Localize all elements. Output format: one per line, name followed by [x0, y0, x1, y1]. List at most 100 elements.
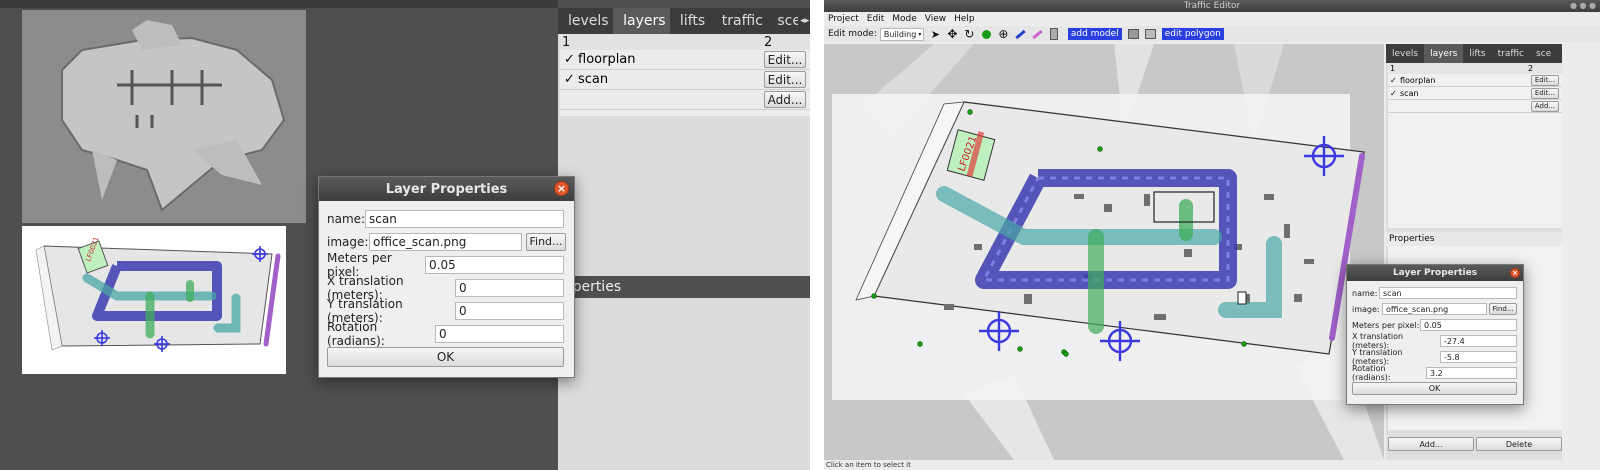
ok-button[interactable]: OK — [327, 347, 564, 367]
layer-checkbox[interactable]: ✓ — [1388, 76, 1400, 85]
layer-edit-button[interactable]: Edit... — [1531, 87, 1559, 99]
rotation-label: Rotation (radians): — [327, 319, 385, 348]
dialog-title-bar: Layer Properties × — [1347, 265, 1523, 281]
add-layer-button[interactable]: Add... — [764, 91, 806, 108]
meters-per-pixel-field[interactable]: 0.05 — [425, 255, 564, 274]
rotation-field[interactable]: 0 — [435, 324, 564, 343]
select-tool-icon[interactable]: ➤ — [928, 27, 943, 42]
tab-layers-label: layers — [623, 13, 666, 29]
add-floor-icon[interactable] — [1126, 27, 1141, 42]
rotation-row: Rotation (radians): 0 — [327, 319, 566, 348]
add-lane-icon[interactable] — [1013, 27, 1028, 42]
dropdown-arrow-icon: ▾ — [918, 30, 922, 38]
bottom-add-button[interactable]: Add... — [1388, 437, 1474, 451]
x-translation-field[interactable]: -27.4 — [1440, 335, 1517, 347]
menu-view[interactable]: View — [925, 14, 946, 24]
image-label: image: — [327, 234, 369, 249]
tab-traffic[interactable]: traffic — [712, 8, 768, 34]
bottom-delete-button[interactable]: Delete — [1476, 437, 1562, 451]
layer-properties-dialog: Layer Properties × name: scan image: off… — [318, 176, 575, 378]
right-bottom-buttons: Add... Delete — [1388, 436, 1562, 452]
add-door-icon[interactable] — [1047, 27, 1062, 42]
tab-lifts-label: lifts — [1469, 48, 1486, 59]
screenshot-divider — [810, 0, 824, 470]
rotate-tool-icon[interactable]: ↻ — [962, 27, 977, 42]
image-field[interactable]: office_scan.png — [1382, 303, 1487, 315]
properties-title: Properties — [1389, 234, 1435, 244]
add-wall-icon[interactable] — [1030, 27, 1045, 42]
column-1-header: 1 — [1390, 64, 1396, 73]
find-button[interactable]: Find... — [1489, 303, 1517, 315]
x-translation-row: X translation (meters): -27.4 — [1352, 332, 1518, 350]
y-translation-field[interactable]: 0 — [455, 301, 564, 320]
tab-lifts[interactable]: lifts — [670, 8, 712, 34]
add-hole-icon[interactable] — [1143, 27, 1158, 42]
layer-row-add: Add... — [1388, 100, 1562, 113]
layer-checkbox[interactable]: ✓ — [560, 52, 578, 67]
name-field[interactable]: scan — [1379, 287, 1517, 299]
tab-layers[interactable]: layers — [1424, 44, 1464, 63]
layer-edit-button[interactable]: Edit... — [764, 71, 806, 88]
add-vertex-icon[interactable] — [979, 27, 994, 42]
right-layers-table: 1 2 ✓ floorplan Edit... ✓ scan Edit... A… — [1388, 63, 1562, 228]
name-field[interactable]: scan — [365, 209, 564, 228]
right-app-window: Traffic Editor ● ● ● Project Edit Mode V… — [824, 0, 1600, 470]
tab-scroll-icon: ◂▸ — [800, 16, 810, 26]
add-fiducial-icon[interactable]: ⊕ — [996, 27, 1011, 42]
tab-lifts[interactable]: lifts — [1463, 44, 1491, 63]
menu-edit[interactable]: Edit — [867, 14, 884, 24]
name-label: name: — [1352, 288, 1378, 298]
tab-layers[interactable]: layers — [613, 8, 670, 34]
right-properties-header: Properties — [1386, 232, 1562, 246]
menu-project[interactable]: Project — [828, 14, 859, 24]
layer-row-floorplan[interactable]: ✓ floorplan Edit... — [560, 50, 810, 70]
window-title: Traffic Editor — [1183, 1, 1241, 11]
y-translation-row: Y translation (meters): -5.8 — [1352, 348, 1518, 366]
column-2-header: 2 — [764, 34, 773, 50]
image-field[interactable]: office_scan.png — [369, 232, 522, 251]
tab-traffic[interactable]: traffic — [1492, 44, 1530, 63]
image-label: image: — [1352, 304, 1380, 314]
meters-per-pixel-field[interactable]: 0.05 — [1420, 319, 1517, 331]
find-button[interactable]: Find... — [526, 232, 566, 251]
name-row: name: scan — [327, 207, 566, 230]
add-layer-button[interactable]: Add... — [1531, 100, 1559, 112]
layer-name: floorplan — [578, 52, 636, 67]
map-canvas[interactable]: LF0021 — [824, 44, 1384, 460]
move-tool-icon[interactable]: ✥ — [945, 27, 960, 42]
add-model-button[interactable]: add model — [1067, 28, 1122, 40]
layer-name: scan — [578, 72, 609, 87]
edit-mode-value: Building — [883, 29, 917, 39]
y-translation-field[interactable]: -5.8 — [1440, 351, 1517, 363]
tab-scenarios[interactable]: sce — [767, 8, 798, 34]
status-text: Click an item to select it — [826, 461, 911, 469]
layer-row-floorplan[interactable]: ✓ floorplan Edit... — [1388, 74, 1562, 87]
close-icon[interactable]: × — [1510, 268, 1520, 278]
x-translation-field[interactable]: 0 — [455, 278, 564, 297]
rotation-row: Rotation (radians): 3.2 — [1352, 364, 1518, 382]
window-controls-icon[interactable]: ● ● ● — [1570, 1, 1596, 10]
left-layers-table: 1 2 ✓ floorplan Edit... ✓ scan Edit... A… — [560, 34, 810, 116]
rotation-field[interactable]: 3.2 — [1426, 367, 1517, 379]
layer-row-scan[interactable]: ✓ scan Edit... — [1388, 87, 1562, 100]
layer-row-scan[interactable]: ✓ scan Edit... — [560, 70, 810, 90]
ok-button[interactable]: OK — [1352, 382, 1517, 395]
layer-checkbox[interactable]: ✓ — [1388, 89, 1400, 98]
tab-levels[interactable]: levels — [558, 8, 613, 34]
floorplan-drawing: LF0021 — [22, 226, 286, 374]
tab-levels[interactable]: levels — [1386, 44, 1424, 63]
close-icon[interactable]: × — [554, 181, 569, 196]
tab-scroll-arrows[interactable]: ◂▸ — [798, 8, 810, 34]
tab-scenarios[interactable]: sce — [1530, 44, 1552, 63]
edit-mode-select[interactable]: Building ▾ — [879, 27, 924, 41]
layer-name: scan — [1400, 88, 1419, 98]
layer-checkbox[interactable]: ✓ — [560, 72, 578, 87]
scan-map-image — [22, 10, 306, 223]
layer-row-add: Add... — [560, 90, 810, 110]
mpp-label: Meters per pixel: — [1352, 320, 1420, 330]
menu-mode[interactable]: Mode — [892, 14, 917, 24]
layer-edit-button[interactable]: Edit... — [764, 51, 806, 68]
layer-edit-button[interactable]: Edit... — [1531, 74, 1559, 86]
edit-polygon-button[interactable]: edit polygon — [1161, 28, 1224, 40]
menu-help[interactable]: Help — [954, 14, 975, 24]
